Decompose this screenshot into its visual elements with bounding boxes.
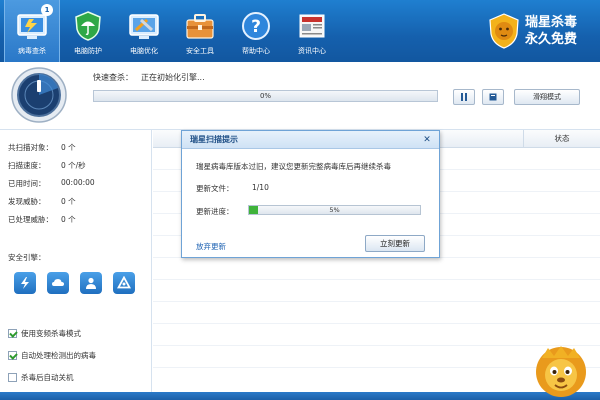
stat-value: 00:00:00 [61,178,95,187]
update-now-button[interactable]: 立刻更新 [365,235,425,252]
lightning-engine-icon[interactable] [14,272,36,294]
dialog-title: 瑞星扫描提示 [190,135,238,144]
scan-mode-label: 快速查杀： [93,73,133,82]
scan-progress-bar: 0% [93,90,438,102]
glide-mode-button[interactable]: 滑翔模式 [514,89,580,105]
stat-label: 已处理威胁： [8,215,53,224]
column-status[interactable]: 状态 [523,130,600,148]
table-row [153,258,600,280]
nav-pc-protection[interactable]: 电脑防护 [60,0,116,62]
nav-virus-scan[interactable]: 1 病毒查杀 [4,0,60,62]
scan-stats-panel: 共扫描对象： 0 个 扫描速度： 0 个/秒 已用时间： 00:00:00 发现威胁：… [0,130,152,392]
brand-name: 瑞星杀毒 永久免费 [525,14,577,48]
stat-scanned-objects: 共扫描对象： 0 个 [8,142,76,153]
brand-line2: 永久免费 [525,32,578,47]
cloud-engine-icon[interactable] [47,272,69,294]
stat-label: 发现威胁： [8,197,46,206]
stop-icon [489,93,497,101]
option-label: 杀毒后自动关机 [21,373,74,382]
stat-elapsed-time: 已用时间： 00:00:00 [8,178,95,189]
table-row [153,302,600,324]
svg-text:?: ? [251,17,261,37]
update-files-label: 更新文件： [196,184,234,193]
checkbox[interactable] [8,329,17,338]
nav-label: 帮助中心 [242,47,270,55]
update-progress-text: 5% [329,206,340,214]
main-nav: 1 病毒查杀 电脑防护 电脑优化 安全工具 ? 帮助中心 资讯中心 [4,0,340,62]
stat-scan-speed: 扫描速度： 0 个/秒 [8,160,86,171]
dialog-title-bar: 瑞星扫描提示 ✕ [182,131,439,149]
brand-line1: 瑞星杀毒 [525,15,578,30]
table-row [153,280,600,302]
news-icon [299,14,325,38]
stat-value: 0 个 [61,215,76,224]
stat-value: 0 个/秒 [61,161,86,170]
optimize-tools-icon [129,14,159,39]
stat-label: 已用时间： [8,179,46,188]
recycle-engine-icon[interactable] [113,272,135,294]
virus-scan-icon [17,14,47,39]
skip-update-link[interactable]: 放弃更新 [196,241,226,252]
option-auto-handle[interactable]: 自动处理检测出的病毒 [8,350,96,361]
option-label: 使用变频杀毒模式 [21,329,81,338]
scan-progress-text: 0% [259,92,272,100]
stat-value: 0 个 [61,143,76,152]
nav-news-center[interactable]: 资讯中心 [284,0,340,62]
stat-value: 0 个 [61,197,76,206]
shield-umbrella-icon [75,11,101,41]
nav-security-tools[interactable]: 安全工具 [172,0,228,62]
option-auto-shutdown[interactable]: 杀毒后自动关机 [8,372,74,383]
engines-label: 安全引擎： [8,253,46,262]
nav-label: 电脑防护 [74,47,102,55]
pause-button[interactable] [453,89,475,105]
lion-logo-icon [489,13,519,49]
scan-status: 快速查杀： 正在初始化引擎... [93,72,205,83]
checkbox[interactable] [8,373,17,382]
update-prompt-dialog: 瑞星扫描提示 ✕ 瑞星病毒库版本过旧，建议您更新完整病毒库后再继续杀毒 更新文件… [181,130,440,258]
lion-mascot-icon[interactable] [532,342,590,400]
nav-pc-optimize[interactable]: 电脑优化 [116,0,172,62]
update-files-row: 更新文件： 1/10 [196,183,269,194]
help-icon: ? [242,12,270,40]
nav-label: 病毒查杀 [18,47,46,55]
update-progress-bar: 5% [248,205,421,215]
stat-label: 共扫描对象： [8,143,53,152]
checkbox[interactable] [8,351,17,360]
close-icon[interactable]: ✕ [421,134,433,146]
option-label: 自动处理检测出的病毒 [21,351,96,360]
radar-scan-icon [11,67,67,123]
nav-label: 电脑优化 [130,47,158,55]
brand: 瑞星杀毒 永久免费 [487,8,592,54]
scan-status-text: 正在初始化引擎... [141,73,205,82]
update-files-value: 1/10 [252,183,269,192]
user-engine-icon[interactable] [80,272,102,294]
status-bar [0,392,600,400]
stat-threats-found: 发现威胁： 0 个 [8,196,76,207]
nav-help-center[interactable]: ? 帮助中心 [228,0,284,62]
nav-label: 安全工具 [186,47,214,55]
update-progress-label: 更新进度： [196,207,234,216]
stat-threats-handled: 已处理威胁： 0 个 [8,214,76,225]
scan-header: 快速查杀： 正在初始化引擎... 0% 滑翔模式 [0,62,600,130]
top-toolbar: 1 病毒查杀 电脑防护 电脑优化 安全工具 ? 帮助中心 资讯中心 瑞星杀毒 永… [0,0,600,62]
nav-label: 资讯中心 [298,47,326,55]
toolbox-icon [186,14,214,39]
option-variable-frequency[interactable]: 使用变频杀毒模式 [8,328,81,339]
pause-icon [461,93,467,101]
stat-label: 扫描速度： [8,161,46,170]
dialog-message: 瑞星病毒库版本过旧，建议您更新完整病毒库后再继续杀毒 [196,162,391,171]
stop-button[interactable] [482,89,504,105]
